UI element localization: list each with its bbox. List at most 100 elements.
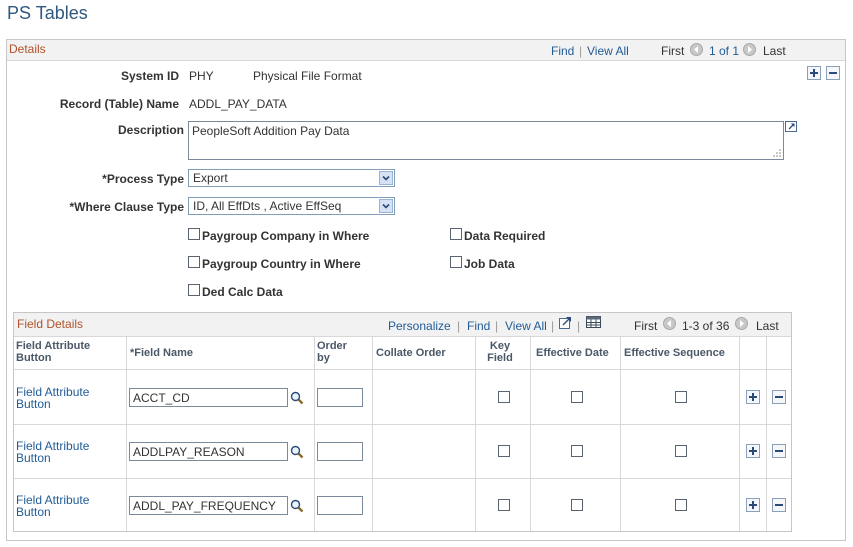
key-field-checkbox[interactable] [498, 445, 510, 457]
field-details-label: Field Details [17, 317, 84, 331]
grid-last-label: Last [756, 319, 779, 333]
paygroup-country-checkbox[interactable] [188, 256, 200, 268]
description-textarea[interactable]: PeopleSoft Addition Pay Data [188, 121, 784, 160]
data-required-label: Data Required [464, 229, 546, 243]
add-row-icon[interactable] [807, 66, 821, 80]
data-required-checkbox[interactable] [450, 228, 462, 240]
delete-row-icon[interactable] [772, 498, 786, 512]
field-name-input[interactable]: ADDLPAY_REASON [129, 442, 288, 461]
column-divider [620, 337, 621, 531]
effective-date-checkbox[interactable] [571, 391, 583, 403]
grid-nav-separator: | [495, 319, 499, 333]
add-row-icon[interactable] [746, 444, 760, 458]
resize-grip-icon[interactable] [773, 149, 781, 157]
description-label: Description [117, 123, 184, 137]
column-divider [530, 337, 531, 531]
row-divider [14, 424, 791, 425]
job-data-checkbox[interactable] [450, 256, 462, 268]
expand-text-icon[interactable] [785, 121, 798, 133]
lookup-icon[interactable] [290, 445, 304, 459]
page-title: PS Tables [7, 3, 88, 23]
field-name-value: ADDLPAY_REASON [133, 445, 245, 459]
add-row-icon[interactable] [746, 498, 760, 512]
ded-calc-label: Ded Calc Data [202, 285, 283, 299]
download-spreadsheet-icon[interactable] [586, 316, 601, 328]
effective-sequence-checkbox[interactable] [675, 499, 687, 511]
paygroup-company-label: Paygroup Company in Where [202, 229, 370, 243]
effective-date-checkbox[interactable] [571, 499, 583, 511]
order-by-input[interactable] [317, 388, 363, 407]
details-nav-separator: | [579, 44, 583, 58]
where-clause-value: ID, All EffDts , Active EffSeq [193, 199, 342, 213]
col-header-effective-sequence: Effective Sequence [624, 347, 725, 359]
record-name-label: Record (Table) Name [59, 97, 179, 111]
process-type-label: *Process Type [102, 172, 184, 186]
col-header-effective-date: Effective Date [536, 347, 609, 359]
process-type-select[interactable]: Export [188, 169, 395, 187]
grid-find-link[interactable]: Find [467, 319, 490, 333]
personalize-link[interactable]: Personalize [388, 319, 451, 333]
grid-first-label: First [634, 319, 658, 333]
lookup-icon[interactable] [290, 391, 304, 405]
grid-nav-separator: | [577, 319, 581, 333]
where-clause-label: *Where Clause Type [69, 200, 184, 214]
field-attribute-button-link[interactable]: Field Attribute Button [16, 494, 121, 518]
column-divider [126, 337, 127, 531]
column-divider [372, 337, 373, 531]
key-field-checkbox[interactable] [498, 499, 510, 511]
effective-sequence-checkbox[interactable] [675, 445, 687, 457]
ded-calc-checkbox[interactable] [188, 284, 200, 296]
col-header-collate-order: Collate Order [376, 347, 446, 359]
details-range: 1 of 1 [709, 44, 740, 58]
grid-next-icon[interactable] [735, 317, 748, 330]
details-prev-icon[interactable] [690, 43, 703, 56]
process-type-value: Export [193, 171, 228, 185]
field-name-input[interactable]: ACCT_CD [129, 388, 288, 407]
field-name-value: ACCT_CD [133, 391, 190, 405]
delete-row-icon[interactable] [772, 444, 786, 458]
details-view-all-link[interactable]: View All [587, 44, 629, 58]
field-name-input[interactable]: ADDL_PAY_FREQUENCY [129, 496, 288, 515]
lookup-icon[interactable] [290, 499, 304, 513]
order-by-input[interactable] [317, 496, 363, 515]
details-last-label: Last [763, 44, 786, 58]
where-clause-select[interactable]: ID, All EffDts , Active EffSeq [188, 197, 395, 215]
add-row-icon[interactable] [746, 390, 760, 404]
job-data-label: Job Data [464, 257, 515, 271]
record-name-value: ADDL_PAY_DATA [189, 97, 287, 111]
column-divider [475, 337, 476, 531]
grid-nav-separator: | [457, 319, 461, 333]
details-label: Details [9, 42, 46, 56]
details-first-label: First [661, 44, 685, 58]
order-by-input[interactable] [317, 442, 363, 461]
field-attribute-button-link[interactable]: Field Attribute Button [16, 440, 121, 464]
grid-range: 1-3 of 36 [682, 319, 730, 333]
grid-view-all-link[interactable]: View All [505, 319, 547, 333]
column-divider [766, 337, 767, 531]
system-id-description: Physical File Format [253, 69, 362, 83]
field-attribute-button-link[interactable]: Field Attribute Button [16, 386, 121, 410]
description-text: PeopleSoft Addition Pay Data [192, 124, 350, 138]
col-header-field-name: *Field Name [130, 347, 193, 359]
grid-prev-icon[interactable] [663, 317, 676, 330]
chevron-down-icon [379, 171, 393, 185]
column-divider [314, 337, 315, 531]
key-field-checkbox[interactable] [498, 391, 510, 403]
system-id-value: PHY [189, 69, 214, 83]
column-divider [739, 337, 740, 531]
paygroup-company-checkbox[interactable] [188, 228, 200, 240]
row-divider [14, 478, 791, 479]
header-divider [14, 369, 791, 370]
paygroup-country-label: Paygroup Country in Where [202, 257, 361, 271]
details-find-link[interactable]: Find [551, 44, 574, 58]
new-window-icon[interactable] [559, 316, 573, 329]
delete-row-icon[interactable] [826, 66, 840, 80]
field-name-value: ADDL_PAY_FREQUENCY [133, 499, 276, 513]
system-id-label: System ID [120, 69, 179, 83]
effective-date-checkbox[interactable] [571, 445, 583, 457]
grid-nav-separator: | [551, 319, 555, 333]
col-header-key-field: Key Field [487, 340, 513, 364]
delete-row-icon[interactable] [772, 390, 786, 404]
details-next-icon[interactable] [743, 43, 756, 56]
effective-sequence-checkbox[interactable] [675, 391, 687, 403]
